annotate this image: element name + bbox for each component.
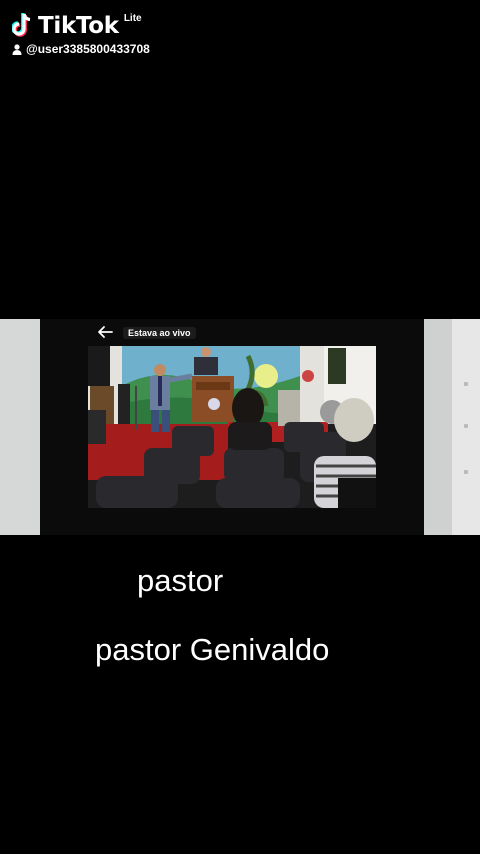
video-frame[interactable] [88,346,376,508]
watermark-brand: TikTok [38,13,119,39]
arrow-left-icon[interactable] [96,324,114,340]
panel-dot [464,470,468,474]
user-icon [12,43,22,55]
panel-dot [464,424,468,428]
tiktok-watermark: TikTok Lite @user3385800433708 [12,12,150,56]
watermark-username: @user3385800433708 [26,42,150,56]
caption-line-1: pastor [137,563,224,598]
church-scene-image [88,346,376,508]
left-panel [0,319,40,535]
right-panel [424,319,480,535]
watermark-logo: TikTok Lite [12,12,150,40]
caption-line-2: pastor Genivaldo [95,632,330,667]
watermark-badge: Lite [123,12,142,24]
live-status-label: Estava ao vivo [123,327,196,339]
tiktok-note-icon [12,13,31,37]
watermark-user: @user3385800433708 [12,42,150,56]
panel-dot [464,382,468,386]
